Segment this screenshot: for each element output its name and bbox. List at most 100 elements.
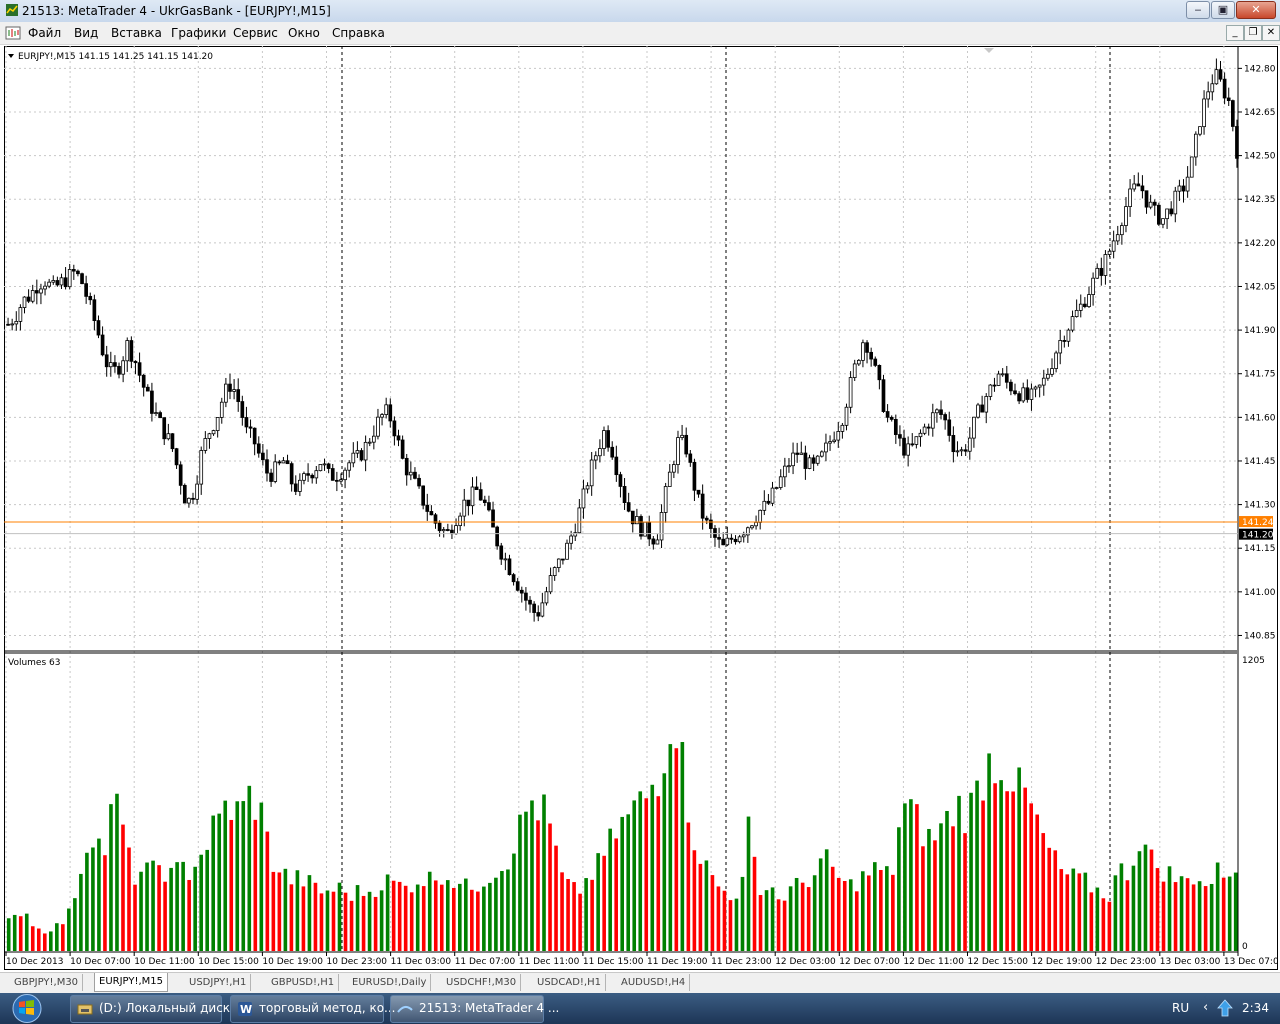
- candle-body: [840, 424, 845, 432]
- candle-body: [330, 468, 335, 481]
- volume-bar: [1149, 849, 1154, 951]
- candle-body: [1070, 316, 1075, 331]
- tab-audusd-h4[interactable]: AUDUSD!,H4: [617, 974, 691, 991]
- tab-usdjpy-h1[interactable]: USDJPY!,H1: [185, 974, 252, 991]
- time-label: 12 Dec 23:00: [1096, 957, 1157, 967]
- language-indicator[interactable]: RU: [1172, 1001, 1189, 1015]
- volume-bar: [578, 893, 582, 951]
- volume-bar: [969, 792, 973, 951]
- volume-bar: [1143, 844, 1148, 951]
- candle-body: [351, 452, 356, 464]
- candle-body: [104, 354, 109, 368]
- tab-eurjpy-m15[interactable]: EURJPY!,M15: [94, 973, 168, 992]
- svg-text:141.24: 141.24: [1242, 518, 1274, 528]
- taskbar-item-word[interactable]: W торговый метод, ко...: [230, 995, 395, 1023]
- start-button[interactable]: [4, 993, 50, 1024]
- candle: [80, 272, 84, 285]
- volume-bar: [67, 908, 71, 951]
- clock[interactable]: 2:34: [1242, 1001, 1269, 1015]
- tab-gbpjpy-m30[interactable]: GBPJPY!,M30: [10, 974, 84, 991]
- volume-bar: [770, 887, 775, 951]
- candle-body: [692, 461, 697, 491]
- chart-symbol-info: EURJPY!,M15 141.15 141.25 141.15 141.20: [18, 52, 213, 62]
- candle-body: [248, 426, 253, 429]
- candle-body: [1091, 277, 1095, 295]
- volume-bar: [879, 869, 883, 951]
- menu-insert[interactable]: Вставка: [111, 26, 162, 40]
- candle-body: [721, 538, 726, 546]
- candle-body: [240, 401, 245, 418]
- candle-body: [1041, 377, 1046, 386]
- title-bar[interactable]: 21513: MetaTrader 4 - UkrGasBank - [EURJ…: [0, 0, 1280, 23]
- menu-help[interactable]: Справка: [332, 26, 385, 40]
- chart-window[interactable]: 141.24 141.20 142.80 142.65 142.50 142.35 14…: [4, 46, 1278, 970]
- menu-view[interactable]: Вид: [74, 26, 98, 40]
- candle-body: [861, 342, 865, 361]
- candle-body: [215, 417, 220, 431]
- candle-body: [1189, 156, 1194, 178]
- volume-bar: [1029, 803, 1033, 951]
- volume-bar: [277, 872, 282, 951]
- volume-bar: [1179, 876, 1184, 951]
- candle-body: [1107, 250, 1112, 255]
- chart-window-icon[interactable]: [5, 25, 21, 41]
- volume-bar: [157, 865, 161, 951]
- candle-body: [129, 340, 134, 362]
- time-label: 11 Dec 19:00: [647, 957, 708, 967]
- candle-body: [162, 417, 167, 440]
- candle-body: [158, 412, 162, 419]
- volume-bar: [1233, 872, 1238, 951]
- candle-body: [413, 471, 417, 479]
- maximize-button[interactable]: ▣: [1211, 1, 1235, 19]
- time-label: 12 Dec 15:00: [968, 957, 1029, 967]
- candle-body: [454, 525, 458, 535]
- volume-bar: [776, 899, 781, 951]
- candle-body: [552, 567, 557, 577]
- candle-body: [832, 439, 837, 442]
- menu-bar: Файл Вид Вставка Графики Сервис Окно Спр…: [0, 22, 1280, 45]
- menu-charts[interactable]: Графики: [171, 26, 226, 40]
- menu-window[interactable]: Окно: [288, 26, 320, 40]
- mdi-close-button[interactable]: ✕: [1262, 25, 1280, 41]
- volume-min-label: 0: [1242, 942, 1248, 952]
- candle-body: [100, 334, 105, 356]
- time-label: 11 Dec 03:00: [391, 957, 452, 967]
- candle: [848, 371, 853, 414]
- candle: [1189, 156, 1194, 178]
- tab-eurusd-daily[interactable]: EURUSD!,Daily: [348, 974, 432, 991]
- minimize-button[interactable]: ‒: [1186, 1, 1210, 19]
- menu-service[interactable]: Сервис: [233, 26, 278, 40]
- taskbar-item-explorer[interactable]: (D:) Локальный диск: [70, 995, 230, 1023]
- candle-body: [339, 479, 343, 482]
- chart-canvas[interactable]: 141.24 141.20 142.80 142.65 142.50 142.35 14…: [4, 46, 1278, 970]
- candle-body: [976, 404, 980, 418]
- volume-bar: [866, 875, 871, 951]
- volume-bar: [223, 800, 228, 951]
- show-hidden-icons-chevron-icon[interactable]: ‹: [1203, 1000, 1208, 1015]
- upload-arrow-icon[interactable]: [1216, 999, 1234, 1017]
- candle-body: [347, 462, 352, 471]
- volume-bar: [439, 884, 444, 951]
- taskbar-item-metatrader[interactable]: 21513: MetaTrader 4 ...: [390, 995, 559, 1023]
- volume-bar: [722, 890, 727, 951]
- volume-bar: [331, 891, 336, 951]
- volume-bar: [79, 873, 83, 951]
- candle-body: [1099, 267, 1104, 276]
- candle-body: [951, 435, 956, 453]
- volume-bar: [133, 884, 137, 951]
- candle-body: [532, 603, 536, 613]
- mdi-restore-button[interactable]: ❐: [1244, 25, 1262, 41]
- volume-bar: [1041, 833, 1046, 951]
- candle-body: [47, 281, 51, 287]
- tab-usdchf-m30[interactable]: USDCHF!,M30: [442, 974, 522, 991]
- volume-bar: [199, 854, 203, 951]
- volume-bar: [626, 814, 631, 951]
- volume-bar: [842, 880, 847, 951]
- mdi-minimize-button[interactable]: _: [1226, 25, 1244, 41]
- candle-body: [799, 452, 804, 455]
- menu-file[interactable]: Файл: [28, 26, 61, 40]
- volume-bar: [409, 892, 414, 951]
- tab-usdcad-h1[interactable]: USDCAD!,H1: [533, 974, 606, 991]
- close-button[interactable]: ✕: [1236, 1, 1276, 19]
- tab-gbpusd-h1[interactable]: GBPUSD!,H1: [267, 974, 340, 991]
